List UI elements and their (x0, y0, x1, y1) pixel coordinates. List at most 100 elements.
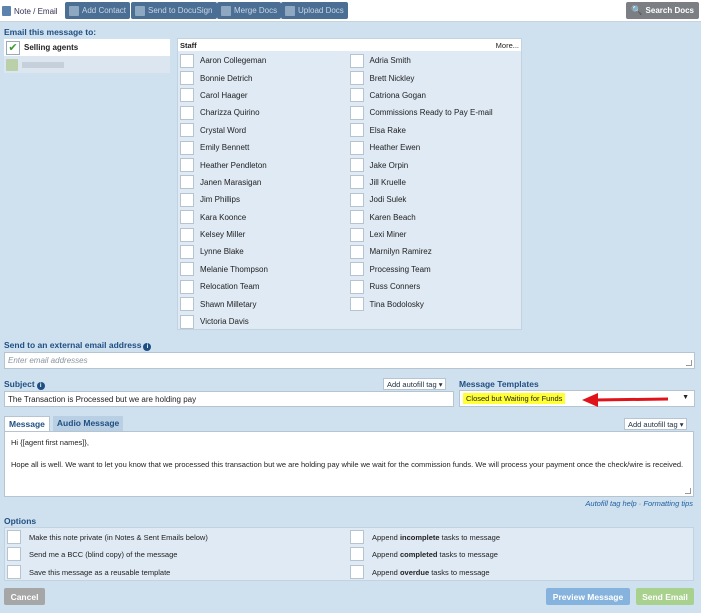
staff-row[interactable]: Victoria Davis (180, 313, 350, 330)
option-append-incomplete[interactable]: Append incomplete tasks to message (350, 530, 500, 544)
send-email-button[interactable]: Send Email (636, 588, 694, 605)
staff-row[interactable]: Lynne Blake (180, 243, 350, 260)
staff-checkbox[interactable] (180, 192, 194, 207)
formatting-tips-link[interactable]: Formatting tips (643, 499, 693, 508)
staff-row[interactable]: Carol Haager (180, 87, 350, 104)
staff-row[interactable]: Melanie Thompson (180, 261, 350, 278)
staff-row[interactable]: Catriona Gogan (349, 87, 520, 104)
staff-checkbox[interactable] (180, 53, 194, 68)
staff-row[interactable]: Tina Bodolosky (349, 295, 520, 312)
staff-checkbox[interactable] (349, 105, 364, 120)
staff-checkbox[interactable] (180, 175, 194, 190)
resize-handle-icon[interactable] (685, 488, 691, 494)
option-save-template[interactable]: Save this message as a reusable template (7, 565, 170, 579)
message-body-textarea[interactable]: Hi {[agent first names]}, Hope all is we… (4, 431, 694, 497)
staff-row[interactable]: Jim Phillips (180, 191, 350, 208)
autofill-help-link[interactable]: Autofill tag help (585, 499, 636, 508)
add-contact-button[interactable]: Add Contact (65, 2, 131, 19)
append-incomplete-checkbox[interactable] (350, 530, 364, 544)
staff-checkbox[interactable] (349, 227, 364, 242)
staff-row[interactable]: Crystal Word (180, 122, 350, 139)
note-email-tab[interactable]: Note / Email (2, 4, 58, 18)
external-email-input[interactable]: Enter email addresses (4, 352, 695, 369)
tab-audio-message[interactable]: Audio Message (52, 416, 124, 431)
search-docs-button[interactable]: 🔍 Search Docs (626, 2, 699, 19)
option-bcc[interactable]: Send me a BCC (blind copy) of the messag… (7, 547, 177, 561)
private-checkbox[interactable] (7, 530, 21, 544)
staff-checkbox[interactable] (180, 297, 194, 312)
append-completed-checkbox[interactable] (350, 547, 364, 561)
subject-autofill-dropdown[interactable]: Add autofill tag ▾ (383, 378, 447, 390)
staff-checkbox[interactable] (180, 227, 194, 242)
staff-row[interactable]: Janen Marasigan (180, 174, 350, 191)
staff-checkbox[interactable] (180, 210, 194, 225)
save-template-checkbox[interactable] (7, 565, 21, 579)
staff-checkbox[interactable] (180, 105, 194, 120)
send-docusign-button[interactable]: Send to DocuSign (131, 2, 217, 19)
staff-row[interactable]: Marnilyn Ramirez (349, 243, 520, 260)
staff-row[interactable]: Aaron Collegeman (180, 52, 350, 69)
staff-checkbox[interactable] (180, 88, 194, 103)
subject-input[interactable]: The Transaction is Processed but we are … (4, 391, 454, 407)
upload-docs-button[interactable]: Upload Docs (281, 2, 348, 19)
tab-message[interactable]: Message (4, 416, 50, 431)
staff-checkbox[interactable] (180, 123, 194, 138)
staff-row[interactable]: Bonnie Detrich (180, 69, 350, 86)
staff-row[interactable]: Heather Ewen (349, 139, 520, 156)
staff-row[interactable]: Jake Orpin (349, 156, 520, 173)
staff-checkbox[interactable] (349, 210, 364, 225)
staff-checkbox[interactable] (180, 140, 194, 155)
staff-row[interactable]: Relocation Team (180, 278, 350, 295)
append-overdue-checkbox[interactable] (350, 565, 364, 579)
merge-docs-button[interactable]: Merge Docs (217, 2, 282, 19)
staff-checkbox[interactable] (180, 71, 194, 86)
staff-checkbox[interactable] (180, 279, 194, 294)
staff-row[interactable]: Lexi Miner (349, 226, 520, 243)
option-private[interactable]: Make this note private (in Notes & Sent … (7, 530, 208, 544)
cancel-button[interactable]: Cancel (4, 588, 45, 605)
staff-checkbox[interactable] (349, 158, 364, 173)
staff-checkbox[interactable] (349, 88, 364, 103)
staff-checkbox[interactable] (180, 314, 194, 329)
staff-checkbox[interactable] (349, 244, 364, 259)
staff-checkbox[interactable] (349, 279, 364, 294)
staff-row[interactable]: Jill Kruelle (349, 174, 520, 191)
staff-row[interactable]: Shawn Milletary (180, 295, 350, 312)
staff-row[interactable]: Emily Bennett (180, 139, 350, 156)
staff-checkbox[interactable] (349, 123, 364, 138)
staff-checkbox[interactable] (180, 244, 194, 259)
preview-message-button[interactable]: Preview Message (546, 588, 630, 605)
staff-checkbox[interactable] (349, 297, 364, 312)
staff-checkbox[interactable] (349, 262, 364, 277)
staff-more-link[interactable]: More... (496, 41, 519, 50)
toolbar: Note / Email Add Contact Send to DocuSig… (0, 0, 701, 22)
staff-row[interactable]: Brett Nickley (349, 69, 520, 86)
staff-checkbox[interactable] (180, 262, 194, 277)
recipient-selling-agents[interactable]: ✔ Selling agents (4, 39, 170, 56)
staff-checkbox[interactable] (349, 192, 364, 207)
staff-row[interactable]: Processing Team (349, 261, 520, 278)
staff-row[interactable]: Charizza Quirino (180, 104, 350, 121)
staff-row[interactable]: Kara Koonce (180, 209, 350, 226)
staff-row[interactable]: Russ Conners (349, 278, 520, 295)
staff-row[interactable]: Karen Beach (349, 209, 520, 226)
staff-name: Victoria Davis (200, 317, 249, 327)
staff-checkbox[interactable] (349, 71, 364, 86)
staff-checkbox[interactable] (349, 140, 364, 155)
staff-row[interactable]: Heather Pendleton (180, 156, 350, 173)
staff-row[interactable]: Adria Smith (349, 52, 520, 69)
staff-row[interactable]: Jodi Sulek (349, 191, 520, 208)
staff-checkbox[interactable] (349, 175, 364, 190)
templates-label: Message Templates (459, 379, 539, 389)
staff-row[interactable]: Commissions Ready to Pay E-mail (349, 104, 520, 121)
staff-row[interactable]: Elsa Rake (349, 122, 520, 139)
message-autofill-dropdown[interactable]: Add autofill tag ▾ (624, 418, 688, 430)
staff-checkbox[interactable] (180, 158, 194, 173)
option-append-completed[interactable]: Append completed tasks to message (350, 547, 498, 561)
staff-checkbox[interactable] (349, 53, 364, 68)
resize-handle-icon[interactable] (686, 360, 692, 366)
recipient-blurred[interactable] (4, 56, 170, 73)
option-append-overdue[interactable]: Append overdue tasks to message (350, 565, 490, 579)
bcc-checkbox[interactable] (7, 547, 21, 561)
staff-row[interactable]: Kelsey Miller (180, 226, 350, 243)
